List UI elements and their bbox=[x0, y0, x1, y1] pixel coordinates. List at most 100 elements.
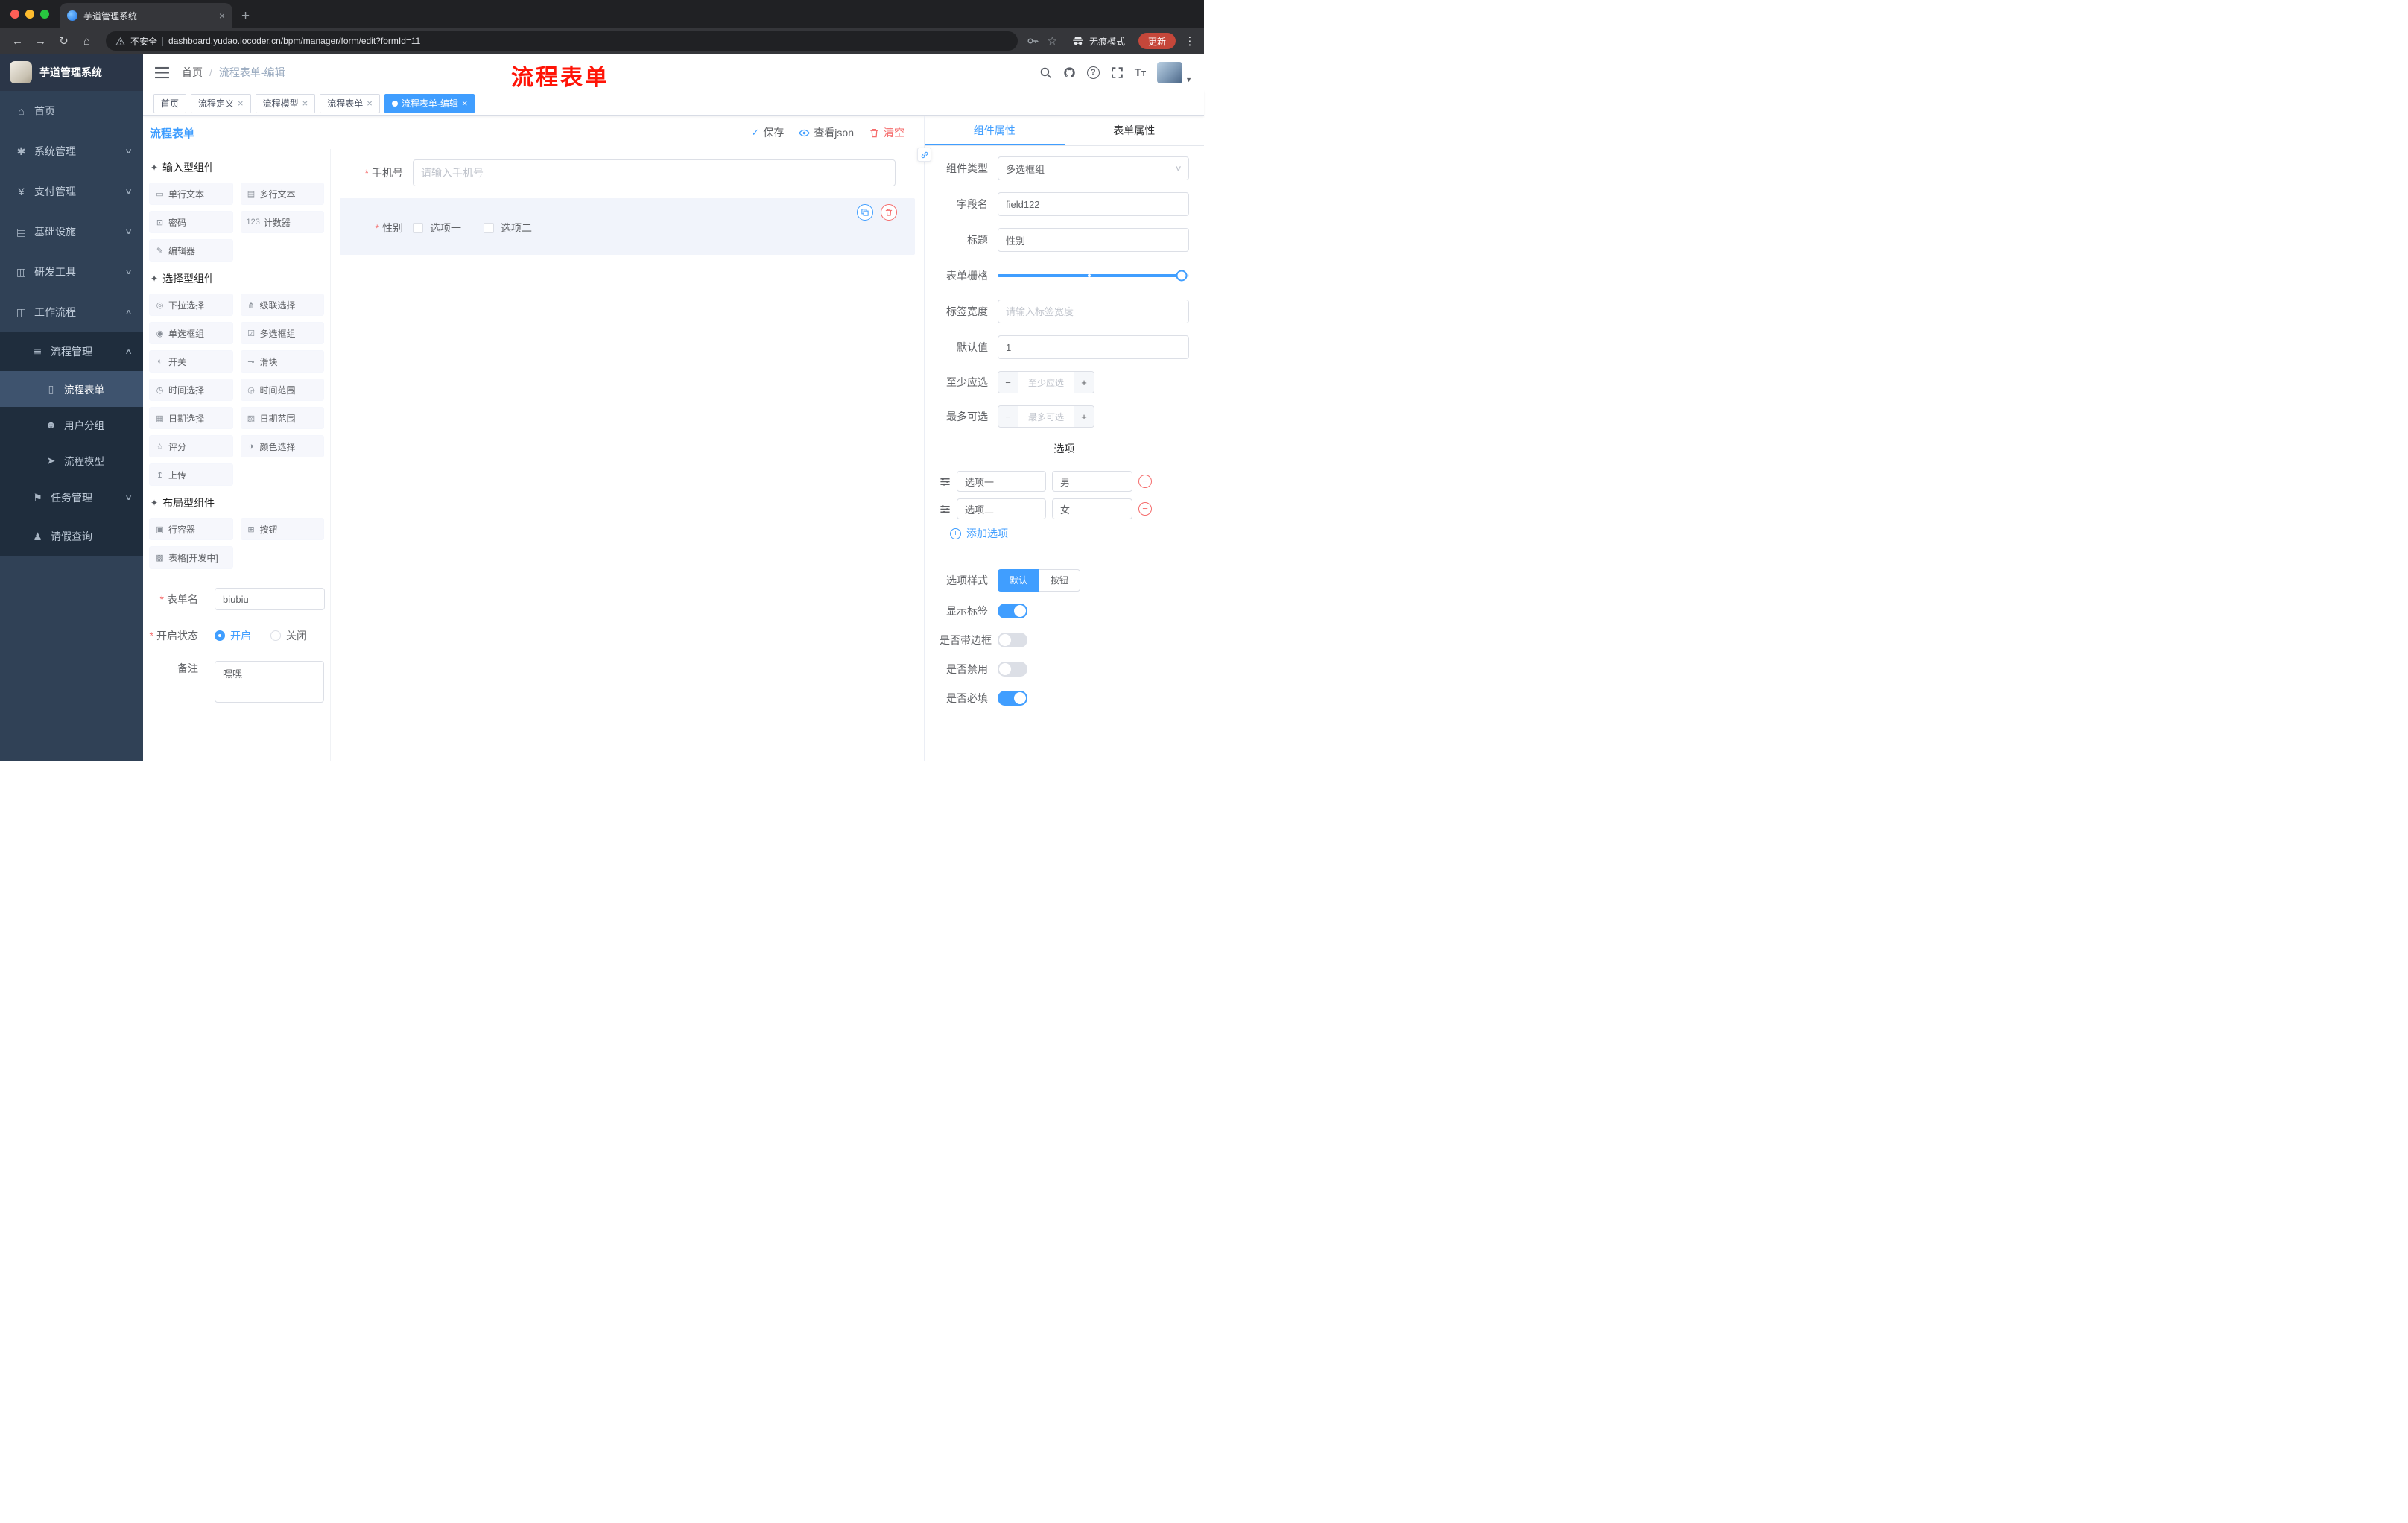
phone-input[interactable] bbox=[413, 159, 896, 186]
sidebar-item-infrastructure[interactable]: ▤ 基础设施 ∨ bbox=[0, 212, 143, 252]
form-name-input[interactable] bbox=[215, 588, 325, 610]
tab-form-props[interactable]: 表单属性 bbox=[1065, 116, 1205, 145]
github-icon[interactable] bbox=[1063, 66, 1076, 79]
field-name-input[interactable] bbox=[998, 192, 1189, 216]
palette-item-row-container[interactable]: ▣ 行容器 bbox=[149, 518, 233, 540]
canvas-field-gender-selected[interactable]: 性别 选项一 选项二 bbox=[340, 198, 915, 255]
show-label-switch[interactable] bbox=[998, 604, 1027, 618]
tag-close-icon[interactable]: × bbox=[367, 98, 373, 108]
min-select-value[interactable]: 至少应选 bbox=[1018, 372, 1074, 393]
sidebar-item-task-management[interactable]: ⚑ 任务管理 ∨ bbox=[0, 478, 143, 517]
palette-item-table[interactable]: ▩ 表格[开发中] bbox=[149, 546, 233, 569]
sidebar-item-dev-tools[interactable]: ▥ 研发工具 ∨ bbox=[0, 252, 143, 292]
border-switch[interactable] bbox=[998, 633, 1027, 647]
palette-item-button[interactable]: ⊞ 按钮 bbox=[240, 518, 324, 540]
title-input[interactable] bbox=[998, 228, 1189, 252]
clear-button[interactable]: 清空 bbox=[869, 125, 904, 140]
palette-item-select[interactable]: ◎ 下拉选择 bbox=[149, 294, 233, 316]
status-off-radio[interactable]: 关闭 bbox=[270, 628, 307, 643]
tag-close-icon[interactable]: × bbox=[238, 98, 244, 108]
sidebar-item-process-model[interactable]: ➤ 流程模型 bbox=[0, 443, 143, 478]
palette-item-date-picker[interactable]: ▦ 日期选择 bbox=[149, 407, 233, 429]
sidebar-item-payment-management[interactable]: ¥ 支付管理 ∨ bbox=[0, 171, 143, 212]
grid-slider[interactable] bbox=[998, 264, 1189, 288]
gender-option-1-checkbox[interactable]: 选项一 bbox=[413, 221, 461, 235]
palette-item-single-line-text[interactable]: ▭ 单行文本 bbox=[149, 183, 233, 205]
duplicate-component-button[interactable] bbox=[857, 204, 873, 221]
max-select-value[interactable]: 最多可选 bbox=[1018, 406, 1074, 427]
browser-tab[interactable]: 芋道管理系统 × bbox=[60, 3, 232, 28]
palette-item-counter[interactable]: 123 计数器 bbox=[240, 211, 324, 233]
font-size-icon[interactable]: TT bbox=[1135, 66, 1146, 79]
tagview-tab-process-definition[interactable]: 流程定义 × bbox=[191, 93, 251, 113]
home-icon[interactable]: ⌂ bbox=[77, 35, 97, 48]
gender-option-2-checkbox[interactable]: 选项二 bbox=[484, 221, 532, 235]
drag-handle-icon[interactable] bbox=[940, 504, 951, 515]
palette-item-editor[interactable]: ✎ 编辑器 bbox=[149, 239, 233, 262]
window-close-button[interactable] bbox=[10, 10, 19, 19]
sidebar-item-workflow[interactable]: ◫ 工作流程 ∧ bbox=[0, 292, 143, 332]
app-logo[interactable]: 芋道管理系统 bbox=[0, 54, 143, 91]
palette-item-slider[interactable]: ⊸ 滑块 bbox=[240, 350, 324, 373]
window-zoom-button[interactable] bbox=[40, 10, 49, 19]
option-1-label-input[interactable] bbox=[957, 471, 1046, 492]
palette-item-multi-line-text[interactable]: ▤ 多行文本 bbox=[240, 183, 324, 205]
browser-menu-icon[interactable]: ⋮ bbox=[1183, 34, 1197, 48]
slider-track[interactable] bbox=[998, 274, 1189, 277]
option-style-button-button[interactable]: 按钮 bbox=[1039, 569, 1081, 592]
tagview-tab-process-form-edit[interactable]: 流程表单-编辑 × bbox=[384, 93, 475, 113]
tag-close-icon[interactable]: × bbox=[462, 98, 468, 108]
palette-item-upload[interactable]: ↥ 上传 bbox=[149, 463, 233, 486]
palette-item-date-range[interactable]: ▧ 日期范围 bbox=[240, 407, 324, 429]
tab-component-props[interactable]: 组件属性 bbox=[925, 116, 1065, 145]
sidebar-item-home[interactable]: ⌂ 首页 bbox=[0, 91, 143, 131]
sidebar-item-leave-query[interactable]: ♟ 请假查询 bbox=[0, 517, 143, 556]
help-icon[interactable]: ? bbox=[1086, 66, 1100, 79]
remove-option-icon[interactable]: − bbox=[1138, 475, 1152, 488]
palette-item-time-picker[interactable]: ◷ 时间选择 bbox=[149, 379, 233, 401]
status-on-radio[interactable]: 开启 bbox=[215, 628, 251, 643]
bookmark-star-icon[interactable]: ☆ bbox=[1048, 34, 1057, 48]
option-2-value-input[interactable] bbox=[1052, 498, 1132, 519]
forward-icon[interactable]: → bbox=[31, 35, 51, 48]
default-value-input[interactable] bbox=[998, 335, 1189, 359]
tagview-tab-process-model[interactable]: 流程模型 × bbox=[255, 93, 316, 113]
palette-item-password[interactable]: ⊡ 密码 bbox=[149, 211, 233, 233]
plus-icon[interactable]: + bbox=[1074, 372, 1094, 393]
update-button[interactable]: 更新 bbox=[1138, 33, 1176, 49]
disabled-switch[interactable] bbox=[998, 662, 1027, 677]
address-bar[interactable]: 不安全 dashboard.yudao.iocoder.cn/bpm/manag… bbox=[106, 31, 1018, 51]
required-switch[interactable] bbox=[998, 691, 1027, 706]
password-key-icon[interactable] bbox=[1027, 35, 1039, 47]
sidebar-item-system-management[interactable]: ✱ 系统管理 ∨ bbox=[0, 131, 143, 171]
palette-item-cascader[interactable]: ⋔ 级联选择 bbox=[240, 294, 324, 316]
sidebar-item-process-management[interactable]: ≣ 流程管理 ∧ bbox=[0, 332, 143, 371]
palette-item-checkbox-group[interactable]: ☑ 多选框组 bbox=[240, 322, 324, 344]
tagview-tab-process-form[interactable]: 流程表单 × bbox=[320, 93, 380, 113]
user-menu[interactable]: ▼ bbox=[1157, 61, 1192, 83]
option-style-default-button[interactable]: 默认 bbox=[998, 569, 1040, 592]
add-option-button[interactable]: + 添加选项 bbox=[950, 526, 1189, 541]
slider-handle[interactable] bbox=[1176, 270, 1188, 282]
option-1-value-input[interactable] bbox=[1052, 471, 1132, 492]
sidebar-item-process-form[interactable]: ▯ 流程表单 bbox=[0, 371, 143, 407]
tab-close-icon[interactable]: × bbox=[219, 10, 225, 22]
view-json-button[interactable]: 查看json bbox=[799, 125, 854, 140]
new-tab-button[interactable]: + bbox=[241, 9, 250, 23]
window-minimize-button[interactable] bbox=[25, 10, 34, 19]
drag-handle-icon[interactable] bbox=[940, 476, 951, 487]
palette-item-rate[interactable]: ☆ 评分 bbox=[149, 435, 233, 457]
search-icon[interactable] bbox=[1039, 66, 1052, 79]
palette-item-radio-group[interactable]: ◉ 单选框组 bbox=[149, 322, 233, 344]
palette-item-switch[interactable]: ◐ 开关 bbox=[149, 350, 233, 373]
minus-icon[interactable]: − bbox=[998, 372, 1018, 393]
breadcrumb-home[interactable]: 首页 bbox=[182, 65, 203, 80]
sidebar-item-user-group[interactable]: ☻ 用户分组 bbox=[0, 407, 143, 443]
hamburger-icon[interactable] bbox=[155, 66, 169, 79]
palette-item-time-range[interactable]: ◶ 时间范围 bbox=[240, 379, 324, 401]
label-width-input[interactable] bbox=[998, 300, 1189, 323]
canvas-field-phone[interactable]: 手机号 bbox=[340, 159, 915, 186]
remark-textarea[interactable]: 嘿嘿 bbox=[215, 661, 324, 703]
tag-close-icon[interactable]: × bbox=[302, 98, 308, 108]
delete-component-button[interactable] bbox=[881, 204, 897, 221]
